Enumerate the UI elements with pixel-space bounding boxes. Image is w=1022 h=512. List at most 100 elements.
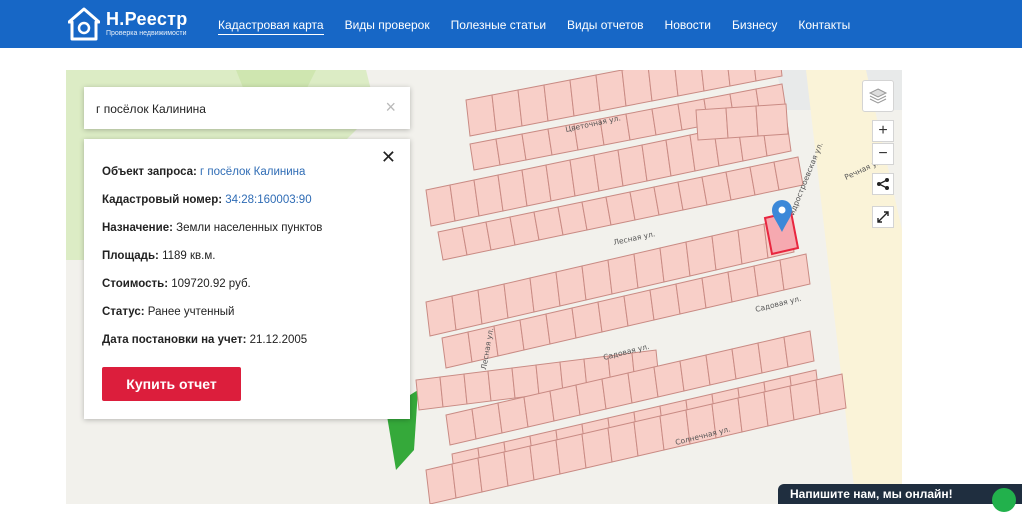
search-input[interactable]: г посёлок Калинина [96, 102, 206, 116]
parcel[interactable] [497, 396, 529, 434]
parcel[interactable] [700, 70, 731, 92]
parcel[interactable] [469, 138, 501, 171]
parcel[interactable] [415, 376, 444, 411]
chat-icon[interactable] [992, 488, 1016, 512]
parcel[interactable] [653, 360, 685, 398]
parcel[interactable] [523, 390, 555, 428]
parcel[interactable] [763, 385, 795, 427]
parcel[interactable] [511, 364, 540, 399]
parcel[interactable] [441, 331, 473, 369]
parcel[interactable] [731, 342, 763, 380]
parcel[interactable] [757, 336, 789, 374]
parcel[interactable] [725, 105, 759, 139]
online-chat-widget[interactable]: Напишите нам, мы онлайн! [778, 484, 1022, 512]
parcel[interactable] [463, 370, 492, 405]
parcel[interactable] [521, 128, 553, 161]
parcel[interactable] [651, 103, 683, 136]
parcel[interactable] [701, 271, 733, 309]
parcel[interactable] [779, 253, 811, 291]
parcel[interactable] [487, 367, 516, 402]
parcel[interactable] [679, 354, 711, 392]
parcel[interactable] [581, 259, 613, 301]
parcel[interactable] [519, 313, 551, 351]
parcel[interactable] [503, 445, 535, 487]
address-search[interactable]: г посёлок Калинина × [84, 87, 410, 129]
parcel[interactable] [623, 289, 655, 327]
parcel[interactable] [439, 373, 468, 408]
parcel[interactable] [555, 433, 587, 475]
parcel[interactable] [649, 283, 681, 321]
parcel[interactable] [711, 229, 743, 271]
parcel[interactable] [752, 70, 783, 82]
nav-business[interactable]: Бизнесу [732, 17, 777, 35]
parcel[interactable] [625, 108, 657, 141]
parcel[interactable] [627, 366, 659, 404]
nav-cadastral-map[interactable]: Кадастровая карта [218, 17, 324, 35]
parcel[interactable] [755, 103, 789, 137]
parcel[interactable] [569, 74, 601, 117]
nav-contacts[interactable]: Контакты [798, 17, 850, 35]
parcel[interactable] [674, 70, 705, 97]
parcel[interactable] [737, 391, 769, 433]
parcel[interactable] [451, 457, 483, 499]
parcel[interactable] [465, 94, 497, 137]
nav-check-types[interactable]: Виды проверок [345, 17, 430, 35]
parcel[interactable] [595, 70, 627, 112]
clear-icon[interactable]: × [385, 97, 396, 118]
nav-articles[interactable]: Полезные статьи [451, 17, 546, 35]
parcel[interactable] [726, 70, 757, 87]
parcel[interactable] [529, 271, 561, 313]
parcel[interactable] [451, 289, 483, 331]
parcel[interactable] [633, 415, 665, 457]
parcel[interactable] [543, 79, 575, 122]
parcel[interactable] [571, 301, 603, 339]
parcel[interactable] [607, 421, 639, 463]
parcel[interactable] [495, 133, 527, 166]
parcel[interactable] [675, 277, 707, 315]
parcel[interactable] [648, 70, 679, 102]
parcel[interactable] [445, 408, 477, 446]
parcel[interactable] [695, 107, 729, 141]
parcel[interactable] [737, 223, 769, 265]
fullscreen-icon[interactable] [872, 206, 894, 228]
parcel[interactable] [471, 402, 503, 440]
parcel[interactable] [659, 241, 691, 283]
parcel[interactable] [545, 307, 577, 345]
nav-report-types[interactable]: Виды отчетов [567, 17, 644, 35]
parcel[interactable] [491, 89, 523, 132]
parcel[interactable] [705, 348, 737, 386]
parcel[interactable] [607, 253, 639, 295]
parcel[interactable] [727, 265, 759, 303]
parcel[interactable] [477, 451, 509, 493]
parcel[interactable] [503, 277, 535, 319]
parcel[interactable] [425, 295, 457, 337]
parcel[interactable] [753, 259, 785, 297]
parcel[interactable] [621, 70, 653, 107]
parcel[interactable] [477, 283, 509, 325]
parcel[interactable] [529, 439, 561, 481]
object-link[interactable]: г посёлок Калинина [200, 166, 305, 178]
buy-report-button[interactable]: Купить отчет [102, 367, 241, 401]
zoom-out-button[interactable]: − [872, 143, 894, 165]
parcel[interactable] [425, 463, 457, 504]
house-logo-icon[interactable] [68, 7, 100, 41]
parcel[interactable] [575, 378, 607, 416]
parcel[interactable] [783, 330, 815, 368]
cadastral-number-link[interactable]: 34:28:160003:90 [225, 194, 311, 206]
parcel[interactable] [815, 373, 847, 415]
brand[interactable]: Н.Реестр Проверка недвижимости [106, 9, 188, 38]
parcel[interactable] [685, 235, 717, 277]
parcel[interactable] [597, 295, 629, 333]
parcel[interactable] [633, 247, 665, 289]
share-icon[interactable] [872, 173, 894, 195]
parcel[interactable] [517, 84, 549, 127]
parcel[interactable] [789, 379, 821, 421]
nav-news[interactable]: Новости [665, 17, 711, 35]
parcel[interactable] [581, 427, 613, 469]
layers-icon[interactable] [862, 80, 894, 112]
parcel[interactable] [493, 319, 525, 357]
parcel[interactable] [549, 384, 581, 422]
close-icon[interactable]: ✕ [381, 147, 396, 168]
parcel[interactable] [555, 265, 587, 307]
zoom-in-button[interactable]: + [872, 120, 894, 142]
